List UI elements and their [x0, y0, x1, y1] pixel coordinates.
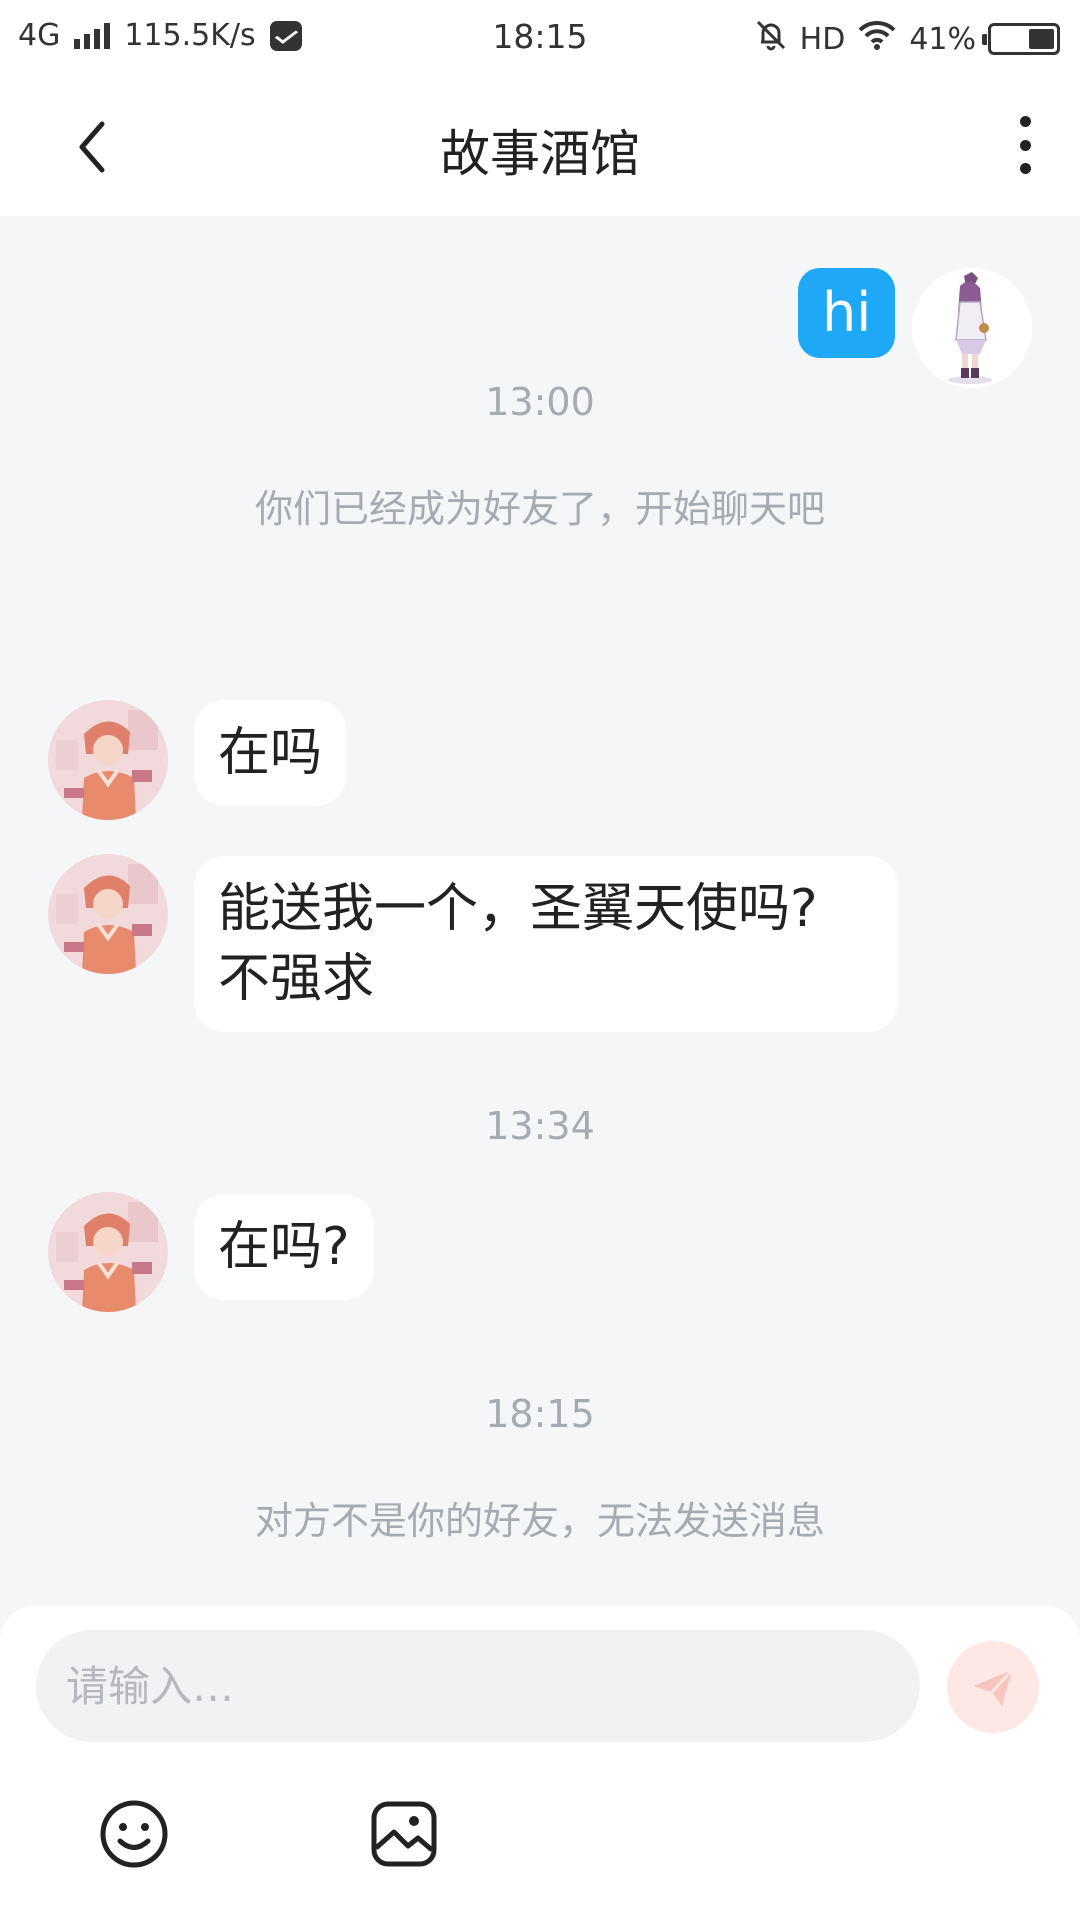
contact-avatar[interactable]	[48, 1192, 168, 1312]
status-right: HD 41%	[754, 18, 1060, 60]
system-notice: 对方不是你的好友，无法发送消息	[254, 1499, 825, 1543]
message-bubble[interactable]: 能送我一个，圣翼天使吗? 不强求	[194, 856, 898, 1032]
my-message-bubble[interactable]: hi	[798, 268, 896, 358]
battery-percent: 41%	[909, 21, 976, 57]
status-bar: 4G 115.5K/s 18:15 HD 41%	[0, 0, 1080, 74]
timestamp: 13:34	[485, 1104, 595, 1148]
message-input[interactable]	[36, 1630, 920, 1742]
message-line: 不强求	[218, 949, 375, 1009]
my-avatar[interactable]	[912, 268, 1032, 388]
message-line: 能送我一个，圣翼天使吗?	[218, 879, 818, 939]
wifi-icon	[857, 20, 897, 58]
message-bubble[interactable]: 在吗	[194, 700, 347, 806]
composer-panel	[0, 1606, 1080, 1920]
image-button[interactable]	[366, 1796, 442, 1872]
hd-indicator: HD	[799, 21, 846, 57]
battery-icon	[982, 23, 1060, 55]
message-bubble[interactable]: 在吗?	[194, 1194, 374, 1300]
emoji-button[interactable]	[96, 1796, 172, 1872]
contact-avatar[interactable]	[48, 700, 168, 820]
more-options-button[interactable]	[990, 110, 1060, 180]
image-icon	[371, 1801, 437, 1867]
page-title: 故事酒馆	[440, 125, 640, 183]
timestamp: 13:00	[485, 380, 595, 424]
more-vertical-icon	[1019, 116, 1031, 127]
chat-messages[interactable]: hi 13:00 你们已经成为好友了，开始聊天吧 在吗 能送我一个，圣翼天使吗?…	[0, 216, 1080, 1606]
chat-header: 故事酒馆	[0, 74, 1080, 216]
timestamp: 18:15	[485, 1392, 595, 1436]
system-notice: 你们已经成为好友了，开始聊天吧	[254, 487, 825, 531]
send-button[interactable]	[947, 1641, 1039, 1733]
contact-avatar[interactable]	[48, 854, 168, 974]
emoji-icon	[100, 1800, 168, 1868]
send-icon	[974, 1668, 1014, 1706]
mute-bell-icon	[754, 18, 788, 60]
